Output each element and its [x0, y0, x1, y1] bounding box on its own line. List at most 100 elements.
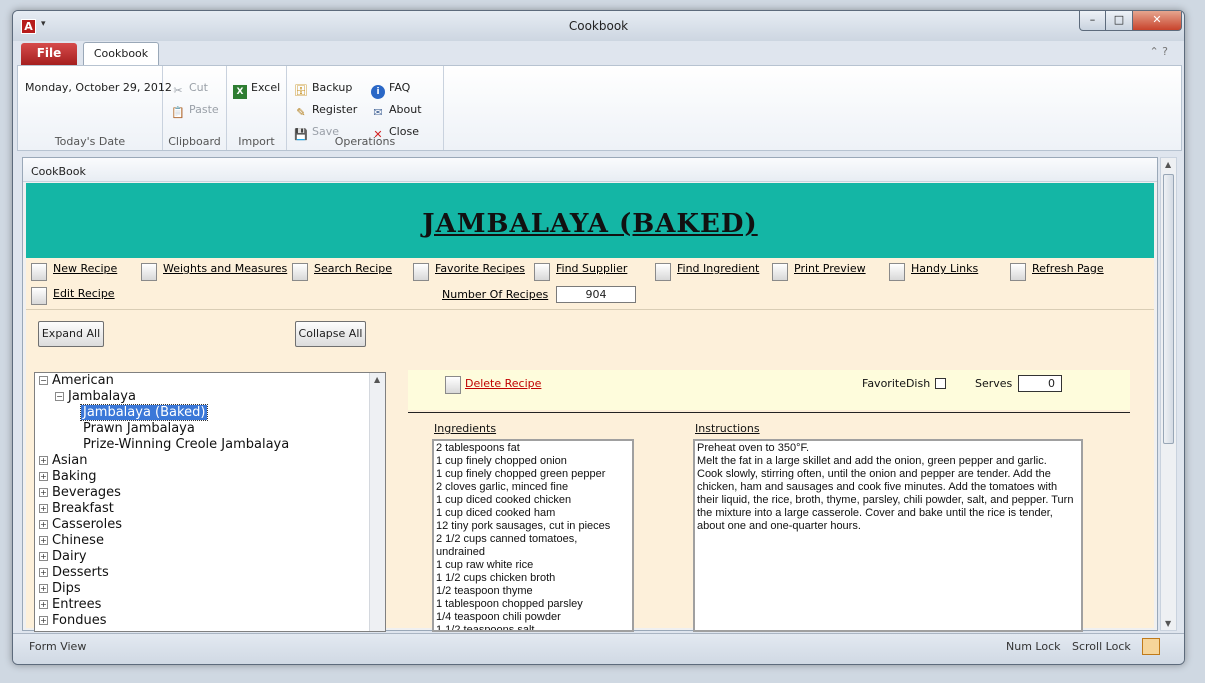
- delete-recipe-button[interactable]: [445, 376, 461, 394]
- find-supplier-button[interactable]: [534, 263, 550, 281]
- tree-node[interactable]: + Casseroles: [39, 517, 122, 532]
- collapse-ribbon-icon[interactable]: ⌃: [1149, 45, 1158, 58]
- expand-icon[interactable]: +: [39, 504, 48, 513]
- expand-all-button[interactable]: Expand All: [38, 321, 104, 347]
- instructions-textarea[interactable]: Preheat oven to 350°F. Melt the fat in a …: [693, 439, 1083, 632]
- scroll-down-icon[interactable]: ▼: [1165, 619, 1171, 628]
- ribbon: Monday, October 29, 2012 Today's Date ✂ C…: [17, 65, 1182, 151]
- tree-node[interactable]: + Chinese: [39, 533, 104, 548]
- expand-icon[interactable]: +: [39, 552, 48, 561]
- serves-field[interactable]: 0: [1018, 375, 1062, 392]
- expand-icon[interactable]: +: [39, 616, 48, 625]
- expand-icon[interactable]: +: [39, 568, 48, 577]
- paste-button[interactable]: 📋 Paste: [171, 103, 219, 120]
- expand-icon[interactable]: +: [39, 472, 48, 481]
- weights-measures-button[interactable]: [141, 263, 157, 281]
- tree-node[interactable]: + Baking: [39, 469, 97, 484]
- group-import: X Excel Import: [227, 66, 287, 150]
- favorite-dish-label: FavoriteDish: [862, 377, 931, 390]
- handy-links-button[interactable]: [889, 263, 905, 281]
- new-recipe-link[interactable]: New Recipe: [53, 262, 117, 275]
- file-tab[interactable]: File: [21, 43, 77, 66]
- about-button[interactable]: ✉ About: [371, 103, 421, 120]
- ribbon-help-icons[interactable]: ⌃ ?: [1149, 45, 1168, 58]
- recipe-title: JAMBALAYA (BAKED): [422, 209, 758, 239]
- tab-cookbook[interactable]: Cookbook: [83, 42, 159, 66]
- expand-icon[interactable]: +: [39, 584, 48, 593]
- tree-node[interactable]: + Entrees: [39, 597, 101, 612]
- tree-scrollbar[interactable]: ▲: [369, 373, 385, 631]
- scroll-up-icon[interactable]: ▲: [374, 375, 380, 384]
- handy-links-link[interactable]: Handy Links: [911, 262, 978, 275]
- print-preview-button[interactable]: [772, 263, 788, 281]
- find-ingredient-link[interactable]: Find Ingredient: [677, 262, 759, 275]
- tree-node[interactable]: + Fondues: [39, 613, 106, 628]
- expand-icon[interactable]: +: [39, 456, 48, 465]
- register-button[interactable]: ✎ Register: [294, 103, 357, 120]
- number-of-recipes-label: Number Of Recipes: [442, 288, 549, 301]
- pencil-icon: ✎: [296, 106, 306, 119]
- refresh-page-button[interactable]: [1010, 263, 1026, 281]
- tree-node[interactable]: + Beverages: [39, 485, 121, 500]
- expand-icon[interactable]: +: [39, 536, 48, 545]
- clipboard-icon: 📋: [171, 106, 185, 119]
- tree-leaf[interactable]: Prawn Jambalaya: [83, 421, 195, 436]
- tree-node-jambalaya[interactable]: − Jambalaya: [55, 389, 136, 404]
- scroll-up-icon[interactable]: ▲: [1165, 160, 1171, 169]
- favorite-dish-checkbox[interactable]: [935, 378, 946, 389]
- collapse-all-button[interactable]: Collapse All: [295, 321, 366, 347]
- find-ingredient-button[interactable]: [655, 263, 671, 281]
- ingredient-line: 1 cup finely chopped green pepper: [436, 468, 606, 480]
- backup-icon: 🗄: [294, 84, 308, 97]
- ingredient-line: 2 1/2 cups canned tomatoes,: [436, 533, 578, 545]
- tree-node[interactable]: + Asian: [39, 453, 87, 468]
- backup-button[interactable]: 🗄 Backup: [294, 81, 352, 98]
- ingredient-line: 1 cup diced cooked ham: [436, 507, 556, 519]
- collapse-icon[interactable]: −: [39, 376, 48, 385]
- tree-node[interactable]: + Breakfast: [39, 501, 114, 516]
- group-label: Operations: [334, 135, 396, 148]
- ingredients-textarea[interactable]: 2 tablespoons fat 1 cup finely chopped on…: [432, 439, 634, 632]
- tree-leaf-selected[interactable]: Jambalaya (Baked): [79, 404, 209, 421]
- search-recipe-link[interactable]: Search Recipe: [314, 262, 392, 275]
- ingredient-line: 1 cup finely chopped onion: [436, 455, 567, 467]
- tree-node[interactable]: + Desserts: [39, 565, 109, 580]
- scroll-thumb[interactable]: [1163, 174, 1174, 444]
- form-tab-cookbook[interactable]: CookBook: [23, 158, 1157, 182]
- expand-icon[interactable]: +: [39, 520, 48, 529]
- favorite-recipes-button[interactable]: [413, 263, 429, 281]
- help-icon[interactable]: ?: [1162, 45, 1168, 58]
- search-recipe-button[interactable]: [292, 263, 308, 281]
- tree-leaf[interactable]: Prize-Winning Creole Jambalaya: [83, 437, 289, 452]
- tree-node[interactable]: + Dips: [39, 581, 81, 596]
- find-supplier-link[interactable]: Find Supplier: [556, 262, 627, 275]
- delete-recipe-link[interactable]: Delete Recipe: [465, 377, 541, 390]
- refresh-page-link[interactable]: Refresh Page: [1032, 262, 1104, 275]
- ingredient-line: 1 cup diced cooked chicken: [436, 494, 572, 506]
- ingredients-label: Ingredients: [434, 422, 497, 435]
- cut-button[interactable]: ✂ Cut: [171, 81, 208, 98]
- collapse-icon[interactable]: −: [55, 392, 64, 401]
- maximize-button[interactable]: □: [1106, 11, 1133, 31]
- form-scrollbar[interactable]: ▲ ▼: [1160, 157, 1177, 631]
- ingredient-line: 1 1/2 teaspoons salt: [436, 624, 535, 632]
- form-view-icon[interactable]: [1142, 638, 1160, 655]
- recipe-header: JAMBALAYA (BAKED): [26, 183, 1154, 258]
- close-window-button[interactable]: ✕: [1133, 11, 1182, 31]
- minimize-button[interactable]: –: [1079, 11, 1106, 31]
- new-recipe-button[interactable]: [31, 263, 47, 281]
- recipe-tree[interactable]: − American − Jambalaya Jambalaya (Baked) P…: [34, 372, 386, 632]
- ingredient-line: 2 tablespoons fat: [436, 442, 520, 454]
- print-preview-link[interactable]: Print Preview: [794, 262, 866, 275]
- faq-button[interactable]: i FAQ: [371, 81, 410, 99]
- expand-icon[interactable]: +: [39, 600, 48, 609]
- weights-measures-link[interactable]: Weights and Measures: [163, 262, 287, 275]
- number-of-recipes-field: 904: [556, 286, 636, 303]
- expand-icon[interactable]: +: [39, 488, 48, 497]
- edit-recipe-link[interactable]: Edit Recipe: [53, 287, 115, 300]
- edit-recipe-button[interactable]: [31, 287, 47, 305]
- excel-button[interactable]: X Excel: [233, 81, 280, 99]
- tree-node[interactable]: + Dairy: [39, 549, 87, 564]
- favorite-recipes-link[interactable]: Favorite Recipes: [435, 262, 525, 275]
- tree-node-american[interactable]: − American: [39, 373, 114, 388]
